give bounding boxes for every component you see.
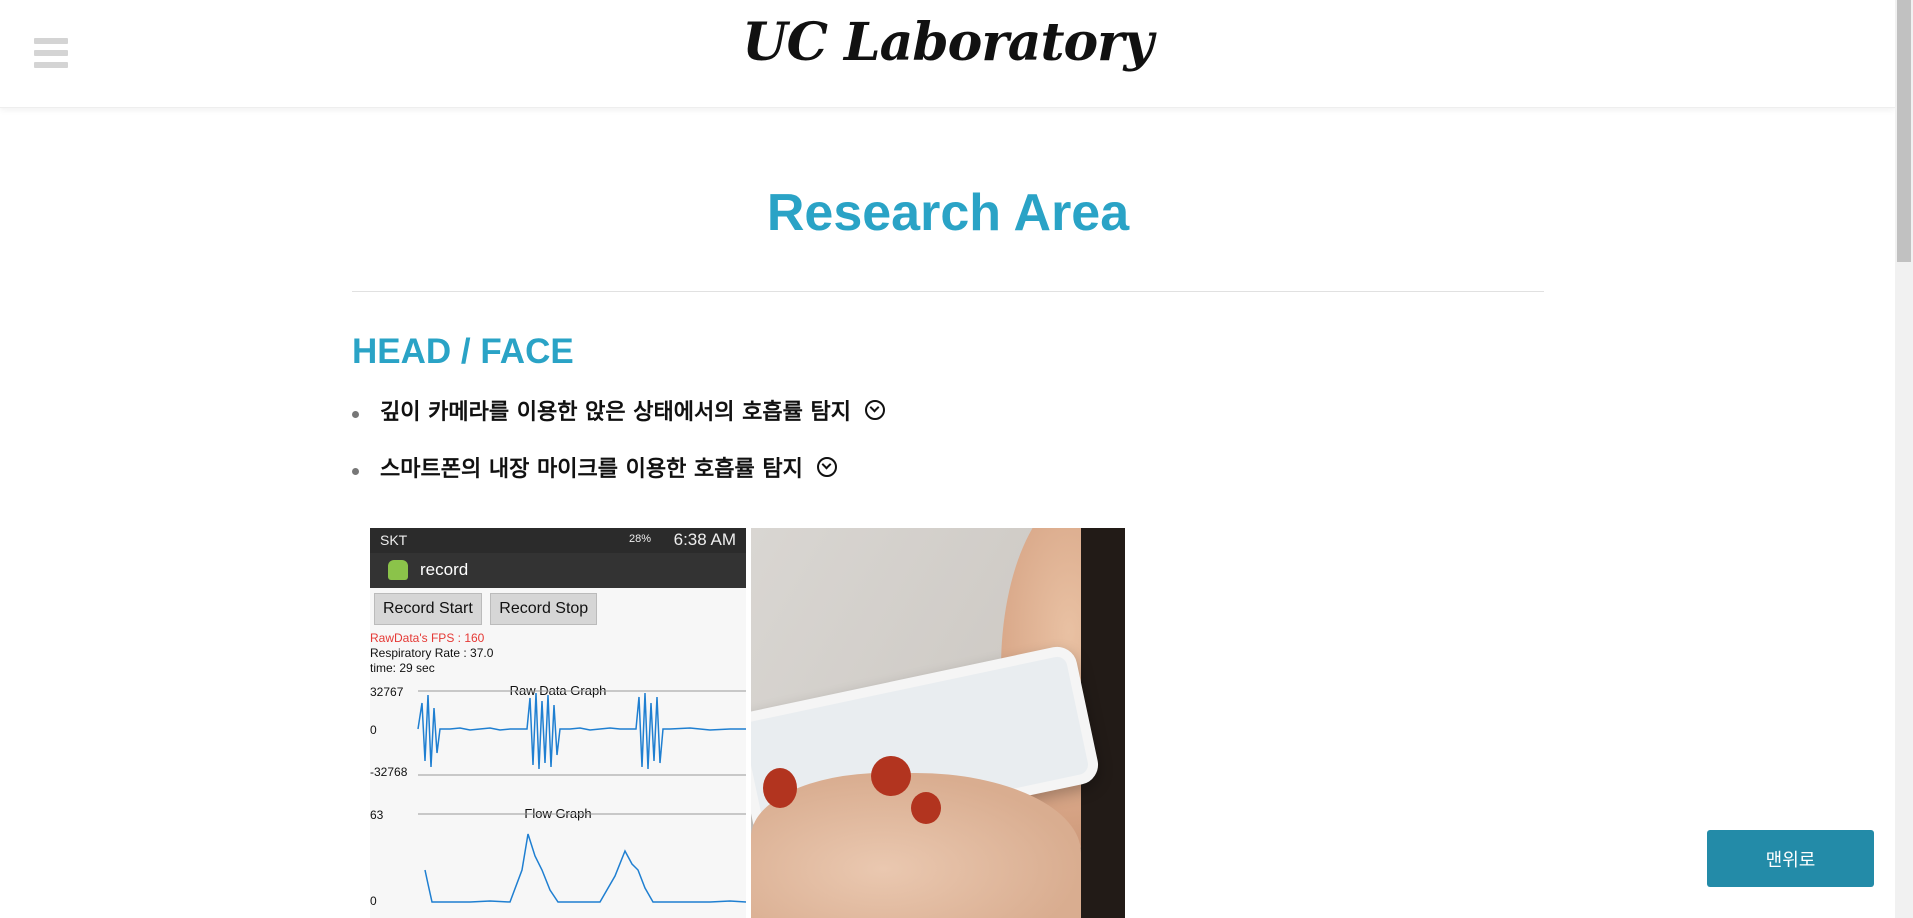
- scrollbar-thumb[interactable]: [1897, 0, 1911, 262]
- record-start-button: Record Start: [374, 593, 482, 625]
- research-topic-list: 깊이 카메라를 이용한 앉은 상태에서의 호흡률 탐지 스마트폰의 내장 마이크…: [352, 398, 1544, 485]
- site-header: UC Laboratory: [0, 0, 1895, 108]
- research-figures: SKT 28% 6:38 AM record Record Start Reco…: [370, 528, 1125, 918]
- respiratory-rate-text: Respiratory Rate : 37.0: [370, 646, 494, 660]
- back-to-top-button[interactable]: 맨위로: [1707, 830, 1874, 887]
- photo-fingernail: [763, 768, 797, 808]
- page-scrollbar[interactable]: [1895, 0, 1913, 918]
- research-topic-label: 깊이 카메라를 이용한 앉은 상태에서의 호흡률 탐지: [380, 400, 851, 425]
- chevron-circle-down-icon[interactable]: [864, 400, 885, 420]
- photo-fingernail: [871, 756, 911, 796]
- flow-waveform: [418, 813, 746, 903]
- raw-data-graph: Raw Data Graph 32767 0 -32768: [370, 683, 746, 783]
- chevron-circle-down-icon[interactable]: [816, 457, 837, 477]
- clock-label: 6:38 AM: [673, 530, 736, 549]
- raw-waveform: [417, 690, 746, 776]
- flow-graph: Flow Graph 63 0: [370, 806, 746, 918]
- site-logo[interactable]: UC Laboratory: [0, 12, 1895, 73]
- android-icon: [388, 560, 408, 580]
- main-content: Research Area HEAD / FACE 깊이 카메라를 이용한 앉은…: [352, 107, 1544, 512]
- carrier-label: SKT: [380, 532, 408, 548]
- research-topic-label: 스마트폰의 내장 마이크를 이용한 호흡률 탐지: [380, 457, 803, 482]
- phone-status-bar: SKT 28% 6:38 AM: [370, 528, 746, 553]
- phone-button-row: Record Start Record Stop: [370, 588, 746, 631]
- research-topic-item: 스마트폰의 내장 마이크를 이용한 호흡률 탐지: [352, 455, 1544, 485]
- phone-readout: RawData's FPS : 160 Respiratory Rate : 3…: [370, 631, 746, 676]
- record-stop-button: Record Stop: [490, 593, 598, 625]
- page-title: Research Area: [766, 184, 1130, 242]
- fps-text: RawData's FPS : 160: [370, 631, 485, 645]
- battery-label: 28%: [628, 533, 651, 545]
- bullet-icon: [352, 468, 359, 475]
- app-name: record: [420, 560, 469, 579]
- research-topic-item: 깊이 카메라를 이용한 앉은 상태에서의 호흡률 탐지: [352, 398, 1544, 428]
- bullet-icon: [352, 411, 359, 418]
- section-title-head-face: HEAD / FACE: [352, 332, 574, 371]
- photo-fingernail: [911, 792, 941, 824]
- phone-app-bar: record: [370, 553, 746, 588]
- breathing-photo: [751, 528, 1125, 918]
- elapsed-time-text: time: 29 sec: [370, 661, 435, 675]
- title-divider: [352, 291, 1544, 292]
- phone-app-screenshot: SKT 28% 6:38 AM record Record Start Reco…: [370, 528, 746, 918]
